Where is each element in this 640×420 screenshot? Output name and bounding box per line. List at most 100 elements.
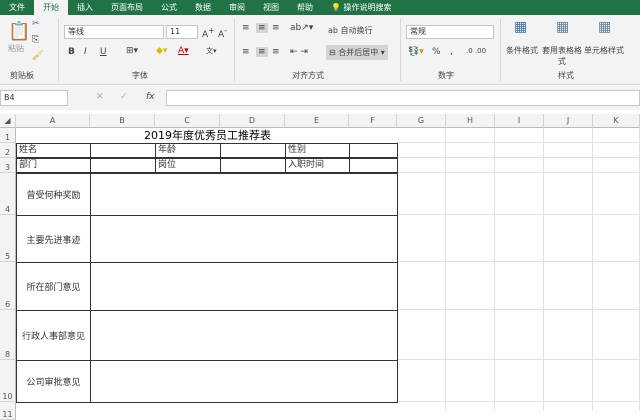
row-header-3[interactable]: 3 (0, 158, 16, 173)
row-header-10[interactable]: 10 (0, 360, 16, 402)
percent-button[interactable]: % (432, 47, 441, 57)
merge-center-button[interactable]: ⊟ 合并后居中 ▾ (326, 45, 388, 60)
paste-button[interactable]: 粘贴 (8, 43, 24, 54)
select-all-corner[interactable]: ◢ (0, 114, 16, 128)
section-label[interactable]: 行政人事部意见 (16, 310, 91, 361)
format-painter-icon[interactable]: 🖌 (32, 51, 43, 61)
section-label[interactable]: 所在部门意见 (16, 262, 91, 311)
orientation-icon[interactable]: ab↗▾ (290, 23, 313, 33)
tab-review[interactable]: 审阅 (220, 0, 254, 15)
section-label[interactable]: 主要先进事迹 (16, 215, 91, 263)
bold-button[interactable]: B (68, 47, 75, 57)
font-color-icon[interactable]: A▾ (178, 46, 189, 56)
column-header-A[interactable]: A (16, 114, 90, 128)
row-header-2[interactable]: 2 (0, 143, 16, 158)
section-content-cell[interactable] (90, 262, 398, 311)
number-format-select[interactable]: 常规 (406, 25, 494, 39)
increase-font-icon[interactable]: A+ (202, 26, 214, 40)
row-header-6[interactable]: 6 (0, 262, 16, 310)
column-header-I[interactable]: I (495, 114, 544, 128)
clipboard-group-label: 剪贴板 (10, 71, 34, 80)
tab-file[interactable]: 文件 (0, 0, 34, 15)
column-header-E[interactable]: E (285, 114, 349, 128)
tab-data[interactable]: 数据 (186, 0, 220, 15)
wrap-text-button[interactable]: ab 自动换行 (328, 25, 373, 36)
label-cell[interactable]: 入职时间 (285, 158, 350, 173)
borders-icon[interactable]: ⊞▾ (126, 46, 138, 56)
sheet-title[interactable]: 2019年度优秀员工推荐表 (16, 128, 397, 143)
section-content-cell[interactable] (90, 310, 398, 361)
tell-me-search[interactable]: 💡 操作说明搜索 (322, 0, 401, 15)
column-header-C[interactable]: C (155, 114, 220, 128)
input-cell[interactable] (90, 143, 156, 158)
conditional-format-button[interactable]: 条件格式 (506, 45, 538, 56)
tab-help[interactable]: 帮助 (288, 0, 322, 15)
tab-page-layout[interactable]: 页面布局 (102, 0, 152, 15)
align-middle-icon[interactable]: ≡ (256, 23, 268, 33)
row-header-1[interactable]: 1 (0, 128, 16, 143)
row-header-4[interactable]: 4 (0, 173, 16, 215)
align-right-icon[interactable]: ≡ (272, 47, 280, 57)
formula-input[interactable] (166, 90, 640, 106)
column-header-D[interactable]: D (220, 114, 285, 128)
align-center-icon[interactable]: ≡ (256, 47, 268, 57)
align-left-icon[interactable]: ≡ (242, 47, 250, 57)
input-cell[interactable] (349, 143, 398, 158)
enter-icon[interactable]: ✓ (120, 92, 128, 102)
align-bottom-icon[interactable]: ≡ (272, 23, 280, 33)
label-cell[interactable]: 岗位 (155, 158, 221, 173)
tab-home[interactable]: 开始 (34, 0, 68, 15)
column-header-F[interactable]: F (349, 114, 397, 128)
column-header-H[interactable]: H (446, 114, 495, 128)
row-header-5[interactable]: 5 (0, 215, 16, 262)
section-label[interactable]: 公司审批意见 (16, 360, 91, 403)
phonetic-icon[interactable]: 文▾ (206, 46, 217, 56)
label-cell[interactable]: 年龄 (155, 143, 221, 158)
tab-formulas[interactable]: 公式 (152, 0, 186, 15)
tab-insert[interactable]: 插入 (68, 0, 102, 15)
label-cell[interactable]: 性别 (285, 143, 350, 158)
input-cell[interactable] (349, 158, 398, 173)
indent-icons[interactable]: ⇤ ⇥ (290, 47, 308, 57)
merge-icon: ⊟ (329, 48, 339, 57)
column-header-J[interactable]: J (544, 114, 593, 128)
paste-icon[interactable]: 📋 (8, 21, 30, 42)
row-header-11[interactable]: 11 (0, 402, 16, 420)
label-cell[interactable]: 部门 (16, 158, 91, 173)
cell-styles-icon: ▦ (598, 19, 612, 35)
decrease-font-icon[interactable]: A- (218, 26, 227, 40)
tab-view[interactable]: 视图 (254, 0, 288, 15)
label-cell[interactable]: 姓名 (16, 143, 91, 158)
column-header-K[interactable]: K (593, 114, 640, 128)
table-format-button[interactable]: 套用表格格式 (542, 45, 582, 67)
name-box[interactable]: B4 (0, 90, 68, 106)
cell-styles-button[interactable]: 单元格样式 (584, 45, 624, 56)
ribbon: 📋 粘贴 ✂ ⎘ 🖌 剪贴板 等线 11 A+ A- B I U ⊞▾ ◆▾ A… (0, 15, 640, 85)
font-group-label: 字体 (132, 71, 148, 80)
cancel-icon[interactable]: ✕ (96, 92, 104, 102)
currency-icon[interactable]: 💱▾ (408, 47, 424, 57)
section-content-cell[interactable] (90, 173, 398, 216)
section-label[interactable]: 曾受何种奖励 (16, 173, 91, 216)
fill-color-icon[interactable]: ◆▾ (156, 46, 167, 56)
section-content-cell[interactable] (90, 360, 398, 403)
input-cell[interactable] (90, 158, 156, 173)
font-name-select[interactable]: 等线 (64, 25, 164, 39)
section-content-cell[interactable] (90, 215, 398, 263)
column-header-G[interactable]: G (397, 114, 446, 128)
insert-function-button[interactable]: fx (146, 92, 155, 102)
align-top-icon[interactable]: ≡ (242, 23, 250, 33)
comma-button[interactable]: , (450, 47, 453, 57)
column-header-B[interactable]: B (90, 114, 155, 128)
lightbulb-icon: 💡 (331, 3, 344, 12)
row-header-8[interactable]: 8 (0, 310, 16, 360)
copy-icon[interactable]: ⎘ (32, 35, 39, 45)
font-size-select[interactable]: 11 (166, 25, 198, 39)
decimal-icons[interactable]: .0 .00 (466, 47, 486, 55)
underline-button[interactable]: U (100, 47, 107, 57)
input-cell[interactable] (220, 143, 286, 158)
input-cell[interactable] (220, 158, 286, 173)
cut-icon[interactable]: ✂ (32, 19, 40, 29)
italic-button[interactable]: I (84, 47, 87, 57)
number-group-label: 数字 (438, 71, 454, 80)
